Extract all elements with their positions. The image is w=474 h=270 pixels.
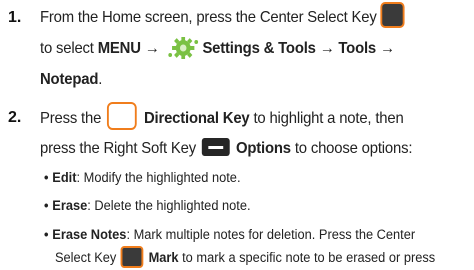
directional-key-label: Directional Key [143,110,250,127]
arrow: → [144,40,160,57]
step-text: to select [40,40,98,57]
period: . [98,71,103,88]
right-soft-key-icon [201,138,230,156]
menu-label: MENU [97,40,141,57]
step-text: press the Right Soft Key [40,140,196,157]
mark-label: Mark [148,250,179,265]
list-item-erase-notes: • Erase Notes: Mark multiple notes for de… [44,226,415,244]
step-number: 1. [8,9,22,26]
directional-key-icon [106,102,137,130]
step-1-line-1: From the Home screen, press the Center S… [40,2,406,33]
option-desc: to mark a specific note to be erased or … [178,250,436,265]
settings-gear-icon [167,37,199,70]
bullet-dot: • [44,170,49,185]
center-select-key-icon [380,2,405,28]
option-term: Erase [52,198,88,213]
step-number: 2. [8,109,22,126]
list-item-erase-notes-cont: Select Key Mark to mark a specific note t… [55,246,435,268]
notepad-label: Notepad [40,71,99,88]
step-2-line-1: Press the Directional Key to highlight a … [40,102,404,134]
step-text: to choose options: [290,140,413,157]
options-label: Options [235,140,291,157]
step-text: to highlight a note, then [249,110,404,127]
step-text: From the Home screen, press the Center S… [40,9,377,26]
step-1-line-3: Notepad. [40,64,102,95]
option-desc: : Modify the highlighted note. [76,170,241,185]
option-desc: : Delete the highlighted note. [87,198,251,213]
arrow: → [379,40,395,57]
center-select-key-icon [120,246,143,268]
option-term: Erase Notes [52,227,127,242]
list-item-edit: • Edit: Modify the highlighted note. [44,169,241,187]
tools-label: Tools [338,40,377,57]
manual-page: 1. From the Home screen, press the Cente… [0,0,474,270]
step-2-line-2: press the Right Soft Key Options to choos… [40,133,412,164]
bullet-dot: • [44,198,49,213]
option-desc: Select Key [55,250,117,265]
option-term: Edit [52,170,77,185]
step-text: Press the [40,110,102,127]
settings-tools-label: Settings & Tools [202,40,316,57]
arrow: → [319,40,335,57]
list-item-erase: • Erase: Delete the highlighted note. [44,197,251,215]
bullet-dot: • [44,227,49,242]
option-desc: : Mark multiple notes for deletion. Pres… [126,227,416,242]
